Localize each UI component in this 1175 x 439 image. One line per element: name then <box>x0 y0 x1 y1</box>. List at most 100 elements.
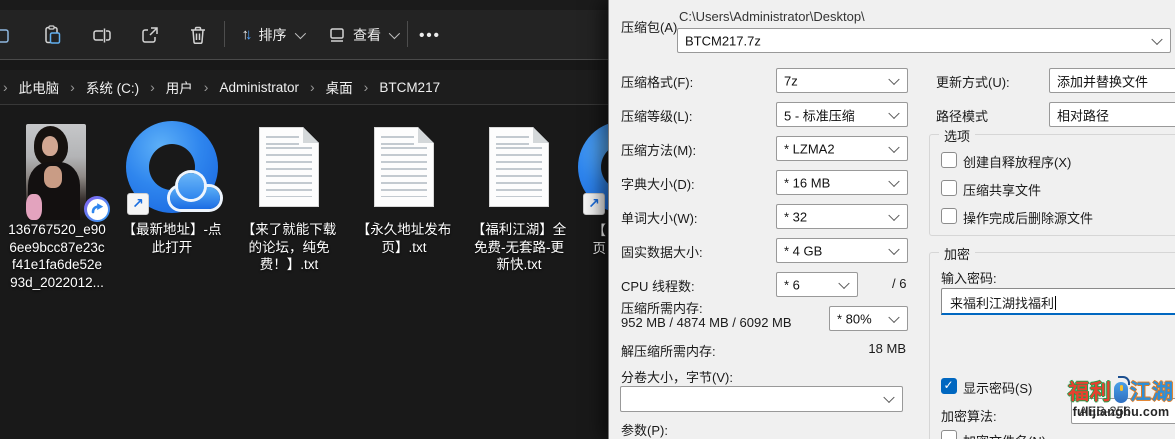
decompress-memory-label: 解压缩所需内存: <box>621 341 716 360</box>
dropdown-chevron-icon <box>888 209 899 220</box>
photo-detail <box>44 166 62 188</box>
format-combobox[interactable]: 7z <box>776 68 908 93</box>
update-mode-combobox[interactable]: 添加并替换文件 <box>1049 68 1175 93</box>
encrypt-filenames-label: 加密文件名(N) <box>963 431 1046 439</box>
parameters-label: 参数(P): <box>621 420 668 439</box>
7zip-add-to-archive-dialog: 压缩包(A) C:\Users\Administrator\Desktop\ B… <box>608 0 1175 439</box>
dropdown-chevron-icon <box>838 277 849 288</box>
rename-button[interactable] <box>90 21 114 49</box>
breadcrumb-item-desktop[interactable]: 桌面 <box>322 77 357 97</box>
method-combobox[interactable]: * LZMA2 <box>776 136 908 161</box>
level-label: 压缩等级(L): <box>621 106 693 125</box>
method-value: * LZMA2 <box>784 141 835 156</box>
breadcrumb-chevron-icon: › <box>357 79 376 95</box>
dropdown-chevron-icon <box>888 175 899 186</box>
txt-file-icon[interactable] <box>259 127 319 207</box>
fulijianghu-watermark: 福利 江湖 fulijianghu.com <box>1067 382 1175 419</box>
path-mode-combobox[interactable]: 相对路径 <box>1049 102 1175 127</box>
toolbar-gap <box>0 60 608 70</box>
watermark-text-left: 福利 <box>1068 382 1112 403</box>
chevron-down-icon <box>389 28 400 39</box>
path-mode-label: 路径模式 <box>936 106 988 125</box>
level-value: 5 - 标准压缩 <box>784 105 855 124</box>
delete-button[interactable] <box>186 21 210 49</box>
breadcrumb-item-users[interactable]: 用户 <box>162 77 197 97</box>
file-name-label[interactable]: 136767520_e90 6ee9bcc87e23c f41e1fa6de52… <box>2 221 112 291</box>
breadcrumb-chevron-icon: › <box>3 79 15 95</box>
file-name-label[interactable]: 【最新地址】-点 此打开 <box>116 221 228 256</box>
paste-button[interactable] <box>40 21 64 49</box>
txt-file-icon[interactable] <box>489 127 549 207</box>
show-password-checkbox[interactable] <box>941 378 957 394</box>
dictionary-value: * 16 MB <box>784 175 830 190</box>
file-name-label[interactable]: 【来了就能下载 的论坛，纯免 费！】.txt <box>232 221 346 274</box>
dropdown-chevron-icon <box>888 311 899 322</box>
create-sfx-checkbox[interactable] <box>941 152 957 168</box>
txt-file-icon[interactable] <box>374 127 434 207</box>
shortcut-arrow-icon: ↗ <box>583 193 605 215</box>
solid-block-combobox[interactable]: * 4 GB <box>776 238 908 263</box>
breadcrumb-item-administrator[interactable]: Administrator <box>215 80 303 95</box>
options-group-title: 选项 <box>939 126 975 145</box>
breadcrumb: › 此电脑 › 系统 (C:) › 用户 › Administrator › 桌… <box>0 70 611 105</box>
text-lines <box>266 147 312 197</box>
volume-size-combobox[interactable] <box>620 386 903 412</box>
dropdown-chevron-icon <box>883 392 894 403</box>
toolbar-separator <box>224 21 225 47</box>
breadcrumb-chevron-icon: › <box>197 79 216 95</box>
cpu-threads-max: / 6 <box>892 276 906 291</box>
archive-name-value: BTCM217.7z <box>685 33 761 48</box>
password-label: 输入密码: <box>941 268 997 287</box>
dropdown-chevron-icon <box>888 243 899 254</box>
memory-percent-combobox[interactable]: * 80% <box>829 306 908 331</box>
encryption-group-title: 加密 <box>939 244 975 263</box>
mouse-icon <box>1114 382 1128 403</box>
view-button[interactable]: 查看 <box>324 21 400 49</box>
word-size-label: 单词大小(W): <box>621 208 698 227</box>
password-input[interactable]: 来福利江湖找福利 <box>941 288 1175 315</box>
sort-button[interactable]: ↑↓ 排序 <box>237 21 307 49</box>
password-value: 来福利江湖找福利 <box>950 296 1054 311</box>
chevron-down-icon <box>294 28 305 39</box>
archive-path: C:\Users\Administrator\Desktop\ <box>679 9 865 24</box>
page-fold <box>533 127 549 143</box>
copy-icon[interactable] <box>0 21 13 49</box>
photo-detail <box>42 136 58 156</box>
cpu-threads-value: * 6 <box>784 277 800 292</box>
word-size-combobox[interactable]: * 32 <box>776 204 908 229</box>
file-name-label[interactable]: 【永久地址发布 页】.txt <box>347 221 461 256</box>
archive-name-combobox[interactable]: BTCM217.7z <box>677 28 1171 53</box>
show-password-label: 显示密码(S) <box>963 378 1032 397</box>
breadcrumb-item-drive-c[interactable]: 系统 (C:) <box>82 77 143 97</box>
cpu-threads-combobox[interactable]: * 6 <box>776 272 858 297</box>
dropdown-chevron-icon <box>888 107 899 118</box>
dropdown-chevron-icon <box>888 141 899 152</box>
sort-label: 排序 <box>259 25 287 45</box>
level-combobox[interactable]: 5 - 标准压缩 <box>776 102 908 127</box>
more-options-button[interactable]: ••• <box>416 21 444 49</box>
create-sfx-label: 创建自释放程序(X) <box>963 152 1071 171</box>
media-overlay-badge-icon <box>84 196 110 222</box>
encryption-method-label: 加密算法: <box>941 406 997 425</box>
method-label: 压缩方法(M): <box>621 140 696 159</box>
file-name-label[interactable]: 【 页 <box>556 222 606 257</box>
breadcrumb-item-btcm217[interactable]: BTCM217 <box>375 80 444 95</box>
update-mode-label: 更新方式(U): <box>936 72 1010 91</box>
compress-shared-label: 压缩共享文件 <box>963 180 1041 199</box>
shortcut-arrow-icon: ↗ <box>127 193 149 215</box>
encrypt-filenames-checkbox[interactable] <box>941 430 957 439</box>
delete-after-checkbox[interactable] <box>941 208 957 224</box>
decompress-memory-value: 18 MB <box>863 341 906 356</box>
view-label: 查看 <box>353 25 381 45</box>
volume-size-label: 分卷大小，字节(V): <box>621 367 733 386</box>
image-file-thumbnail[interactable] <box>26 124 86 220</box>
compress-shared-checkbox[interactable] <box>941 180 957 196</box>
share-button[interactable] <box>138 21 162 49</box>
dictionary-label: 字典大小(D): <box>621 174 695 193</box>
breadcrumb-item-this-pc[interactable]: 此电脑 <box>15 77 64 97</box>
delete-after-label: 操作完成后删除源文件 <box>963 208 1093 227</box>
dropdown-chevron-icon <box>1151 33 1162 44</box>
page-fold <box>303 127 319 143</box>
text-lines <box>496 136 529 145</box>
dictionary-combobox[interactable]: * 16 MB <box>776 170 908 195</box>
